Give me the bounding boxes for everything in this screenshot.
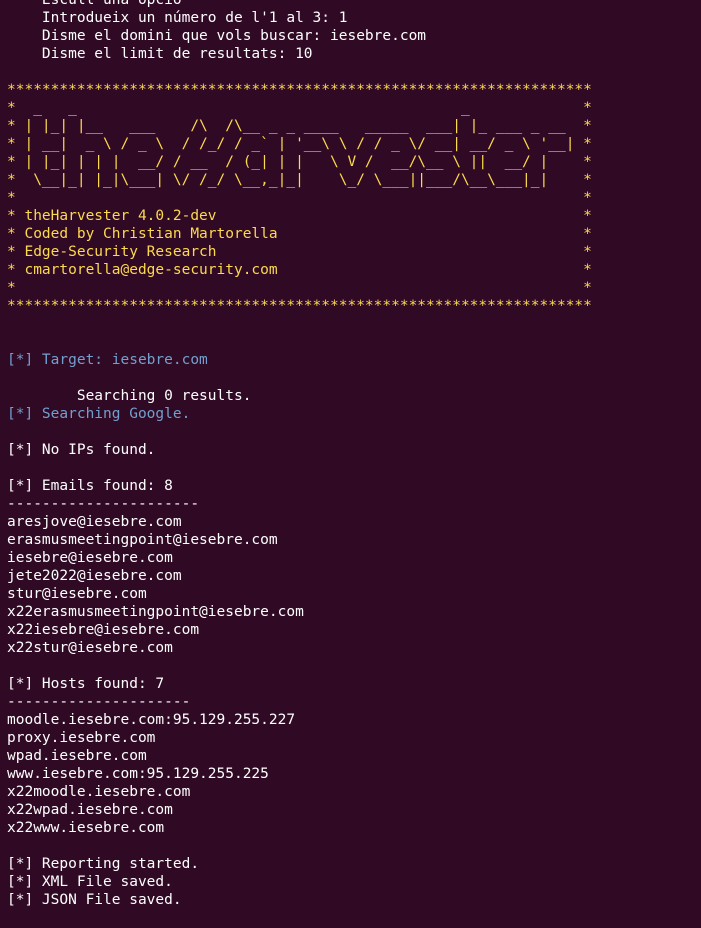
terminal-line: [*] Emails found: 8 — [7, 478, 173, 494]
terminal-line: * Coded by Christian Martorella * — [7, 226, 592, 242]
terminal-line: x22wpad.iesebre.com — [7, 802, 173, 818]
terminal-line: wpad.iesebre.com — [7, 748, 147, 764]
terminal-line: Introdueix un número de l'1 al 3: 1 — [7, 10, 348, 26]
terminal-line: * | __| _ \ / _ \ / /_/ / _` | '__\ \ / … — [7, 136, 592, 152]
terminal-line: [*] JSON File saved. — [7, 892, 182, 908]
terminal-line: * cmartorella@edge-security.com * — [7, 262, 592, 278]
terminal-line: x22erasmusmeetingpoint@iesebre.com — [7, 604, 304, 620]
terminal-line: Disme el limit de resultats: 10 — [7, 46, 313, 62]
terminal-line: --------------------- — [7, 694, 191, 710]
terminal-line: * * — [7, 280, 592, 296]
terminal-line: aresjove@iesebre.com — [7, 514, 182, 530]
terminal-line: x22moodle.iesebre.com — [7, 784, 191, 800]
terminal-line: Searching 0 results. — [7, 388, 252, 404]
terminal-line: [*] Hosts found: 7 — [7, 676, 165, 692]
terminal-line: [*] XML File saved. — [7, 874, 173, 890]
terminal-line: jete2022@iesebre.com — [7, 568, 182, 584]
terminal-line: * | |_| |__ ___ /\ /\__ _ _ ____ _____ _… — [7, 118, 592, 134]
terminal-line: www.iesebre.com:95.129.255.225 — [7, 766, 269, 782]
terminal-line: * * — [7, 190, 592, 206]
terminal-line: Disme el domini que vols buscar: iesebre… — [7, 28, 427, 44]
terminal-line: x22stur@iesebre.com — [7, 640, 173, 656]
terminal-line: * _ _ _ * — [7, 100, 592, 116]
terminal-line: ---------------------- — [7, 496, 200, 512]
terminal-line: stur@iesebre.com — [7, 586, 147, 602]
terminal-line: ****************************************… — [7, 298, 592, 314]
terminal-line: [*] Target: iesebre.com — [7, 352, 208, 368]
terminal-line: Escull una opció — [7, 0, 182, 8]
terminal-line: ****************************************… — [7, 82, 592, 98]
terminal-line: iesebre@iesebre.com — [7, 550, 173, 566]
terminal-line: x22iesebre@iesebre.com — [7, 622, 200, 638]
terminal-line: proxy.iesebre.com — [7, 730, 156, 746]
terminal-line: [*] No IPs found. — [7, 442, 156, 458]
terminal-line: moodle.iesebre.com:95.129.255.227 — [7, 712, 296, 728]
terminal-line: x22www.iesebre.com — [7, 820, 165, 836]
terminal-line: * Edge-Security Research * — [7, 244, 592, 260]
terminal-line: * \__|_| |_|\___| \/ /_/ \__,_|_| \_/ \_… — [7, 172, 592, 188]
terminal-line: [*] Searching Google. — [7, 406, 191, 422]
terminal-line: * | |_| | | | __/ / __ / (_| | | \ V / _… — [7, 154, 592, 170]
terminal-line: * theHarvester 4.0.2-dev * — [7, 208, 592, 224]
terminal-window[interactable]: Escull una opció Introdueix un número de… — [0, 0, 701, 928]
terminal-line: erasmusmeetingpoint@iesebre.com — [7, 532, 278, 548]
terminal-line: [*] Reporting started. — [7, 856, 200, 872]
